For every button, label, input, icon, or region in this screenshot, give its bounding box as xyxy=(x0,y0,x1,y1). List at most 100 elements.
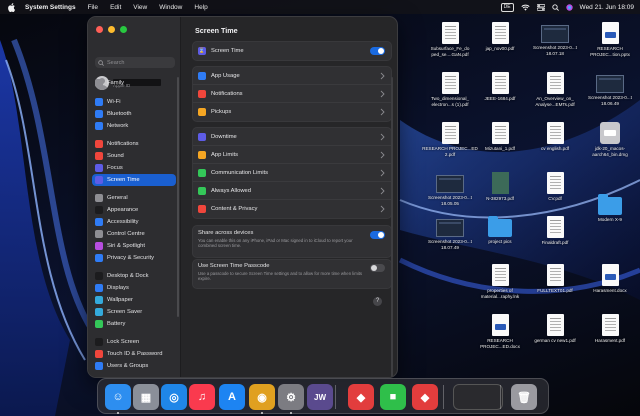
zoom-window-button[interactable] xyxy=(120,26,127,33)
sidebar-item-label: Lock Screen xyxy=(107,339,140,345)
share-across-devices-toggle[interactable] xyxy=(370,231,385,239)
sidebar-item-wallpaper[interactable]: Wallpaper xyxy=(92,294,176,306)
close-window-button[interactable] xyxy=(96,26,103,33)
dock-chrome-icon[interactable]: ◉ xyxy=(249,384,275,410)
control-centre-icon[interactable] xyxy=(536,3,545,11)
search-input[interactable] xyxy=(107,59,175,66)
sidebar-scrollbar[interactable] xyxy=(177,77,179,317)
desktop-file-project-pics[interactable]: project pics xyxy=(471,216,529,245)
desktop-file-research-projec-tion-pptx[interactable]: RESEARCH PROJEC...tion.pptx xyxy=(581,22,639,57)
chevron-right-icon xyxy=(380,108,385,116)
sidebar-item-lock-screen[interactable]: Lock Screen xyxy=(92,336,176,348)
dock-launchpad-icon[interactable]: ▦ xyxy=(133,384,159,410)
desktop-file-jdk-20-macos-aarch64-bin-dmg[interactable]: jdk-20_macos- aarch64_bin.dmg xyxy=(581,122,639,157)
desktop-file-label: german cv new1.pdf xyxy=(534,338,576,343)
dock-finder-glyph: ☺ xyxy=(112,391,124,403)
spotlight-icon[interactable] xyxy=(551,3,559,11)
sidebar-item-appearance[interactable]: Appearance xyxy=(92,204,176,216)
screen-time-toggle[interactable] xyxy=(370,47,385,55)
desktop-file-harasment-pdf[interactable]: Harasment.pdf xyxy=(581,314,639,344)
desktop-file-jeee-1684-pdf[interactable]: JEEE-1684.pdf xyxy=(471,72,529,102)
file-icon xyxy=(491,72,509,94)
sidebar-item-wi-fi[interactable]: Wi-Fi xyxy=(92,96,176,108)
running-indicator xyxy=(261,412,263,414)
dock-safari-icon[interactable]: ◎ xyxy=(161,384,187,410)
dock-jw-library-glyph: JW xyxy=(314,392,326,402)
menu-app-name[interactable]: System Settings xyxy=(25,4,76,11)
sidebar-item-bluetooth[interactable]: Bluetooth xyxy=(92,108,176,120)
sidebar-item-focus[interactable]: Focus xyxy=(92,162,176,174)
content-scrollbar[interactable] xyxy=(391,77,393,377)
help-button[interactable]: ? xyxy=(373,297,382,306)
sidebar-item-desktop-and-dock[interactable]: Desktop & Dock xyxy=(92,270,176,282)
desktop-file-german-cv-new1-pdf[interactable]: german cv new1.pdf xyxy=(526,314,584,344)
row-notifications[interactable]: Notifications xyxy=(193,85,391,103)
sidebar-item-family[interactable]: Family xyxy=(92,77,176,89)
dock-anydesk-icon[interactable]: ◆ xyxy=(348,384,374,410)
sidebar-item-displays[interactable]: Displays xyxy=(92,282,176,294)
desktop-file-harasment-docx[interactable]: Harasment.docx xyxy=(581,264,639,294)
use-passcode-toggle[interactable] xyxy=(370,264,385,272)
desktop-file-label: jdk-20_macos- aarch64_bin.dmg xyxy=(592,146,628,157)
row-pickups[interactable]: Pickups xyxy=(193,103,391,121)
sidebar-item-accessibility[interactable]: Accessibility xyxy=(92,216,176,228)
desktop-file-cv-english-pdf[interactable]: cv english.pdf xyxy=(526,122,584,152)
sidebar-item-screen-saver[interactable]: Screen Saver xyxy=(92,306,176,318)
dock-jw-library-icon[interactable]: JW xyxy=(307,384,333,410)
desktop-file-screenshot-2023-0-t-18-06-49[interactable]: Screenshot 2023-0...t 18.06.49 xyxy=(581,72,639,106)
sidebar-item-screen-time[interactable]: Screen Time xyxy=(92,174,176,186)
dock-facetime-icon[interactable]: ■ xyxy=(380,384,406,410)
screen-time-icon: ⌛ xyxy=(198,47,206,55)
desktop-file-finaldraft-pdf[interactable]: Finaldraft.pdf xyxy=(526,216,584,246)
row-app-limits[interactable]: App Limits xyxy=(193,146,391,164)
chevron-right-icon xyxy=(380,169,385,177)
desktop-file-label: properties of material...raphy.lnk xyxy=(480,288,520,299)
desktop-file-cv-pdf[interactable]: CV.pdf xyxy=(526,172,584,202)
desktop-file-jap-nov00-pdf[interactable]: jap_nov00.pdf xyxy=(471,22,529,52)
sidebar-item-control-centre[interactable]: Control Centre xyxy=(92,228,176,240)
dock-anydesk-2-icon[interactable]: ◆ xyxy=(412,384,438,410)
desktop-file-properties-of-material-raphy-lnk[interactable]: properties of material...raphy.lnk xyxy=(471,264,529,299)
sidebar-item-users-and-groups[interactable]: Users & Groups xyxy=(92,360,176,372)
desktop-file-an-overview-on-analyse-emts-pdf[interactable]: An_Overview_on_ Analyse...EMTs.pdf xyxy=(526,72,584,107)
sidebar-item-privacy-and-security[interactable]: Privacy & Security xyxy=(92,252,176,264)
sidebar-item-siri-and-spotlight[interactable]: Siri & Spotlight xyxy=(92,240,176,252)
sidebar-item-touch-id-and-password[interactable]: Touch ID & Password xyxy=(92,348,176,360)
sidebar-item-sound[interactable]: Sound xyxy=(92,150,176,162)
desktop-file-n-382973-pdf[interactable]: N-382973.pdf xyxy=(471,172,529,202)
row-communication-limits[interactable]: Communication Limits xyxy=(193,164,391,182)
menu-window[interactable]: Window xyxy=(159,4,182,11)
menu-help[interactable]: Help xyxy=(194,4,207,11)
row-app-usage[interactable]: App Usage xyxy=(193,67,391,85)
desktop-file-modern-x-9[interactable]: Modern X-9 xyxy=(581,194,639,223)
apple-menu-icon[interactable] xyxy=(7,2,17,12)
sidebar-item-battery[interactable]: Battery xyxy=(92,318,176,330)
sidebar-item-notifications[interactable]: Notifications xyxy=(92,138,176,150)
siri-status-icon[interactable] xyxy=(565,3,573,11)
menu-view[interactable]: View xyxy=(133,4,147,11)
dock-music-icon[interactable]: ♫ xyxy=(189,384,215,410)
dock-finder-icon[interactable]: ☺ xyxy=(105,384,131,410)
dock-minimized-window-icon[interactable] xyxy=(453,384,503,410)
menu-file[interactable]: File xyxy=(88,4,98,11)
sidebar-item-network[interactable]: Network xyxy=(92,120,176,132)
search-field[interactable] xyxy=(95,57,175,68)
row-content-and-privacy[interactable]: Content & Privacy xyxy=(193,200,391,218)
desktop-file-research-projec-ed-docx[interactable]: RESEARCH PROJEC...ED.docx xyxy=(471,314,529,349)
desktop-file-screenshot-2023-0-t-18-07-18[interactable]: Screenshot 2023-0...t 18.07.18 xyxy=(526,22,584,56)
minimize-window-button[interactable] xyxy=(108,26,115,33)
wifi-status-icon[interactable] xyxy=(520,4,530,11)
sidebar-item-general[interactable]: General xyxy=(92,192,176,204)
dock-system-settings-icon[interactable]: ⚙ xyxy=(278,384,304,410)
sidebar-item-label: Bluetooth xyxy=(107,111,132,117)
menu-clock[interactable]: Wed 21. Jun 18:09 xyxy=(580,4,634,11)
dock-app-store-icon[interactable]: A xyxy=(219,384,245,410)
row-always-allowed[interactable]: Always Allowed xyxy=(193,182,391,200)
desktop-file-fulltext01-pdf[interactable]: FULLTEXT01.pdf xyxy=(526,264,584,294)
menu-edit[interactable]: Edit xyxy=(110,4,121,11)
row-downtime[interactable]: Downtime xyxy=(193,128,391,146)
desktop-file-mizutani-1-pdf[interactable]: Mizutani_1.pdf xyxy=(471,122,529,152)
dock-trash-icon[interactable]: 🗑 xyxy=(511,384,537,410)
input-source-indicator[interactable]: DE xyxy=(500,2,514,12)
limits-group: Downtime App Limits Communication Limits Al… xyxy=(192,127,392,219)
